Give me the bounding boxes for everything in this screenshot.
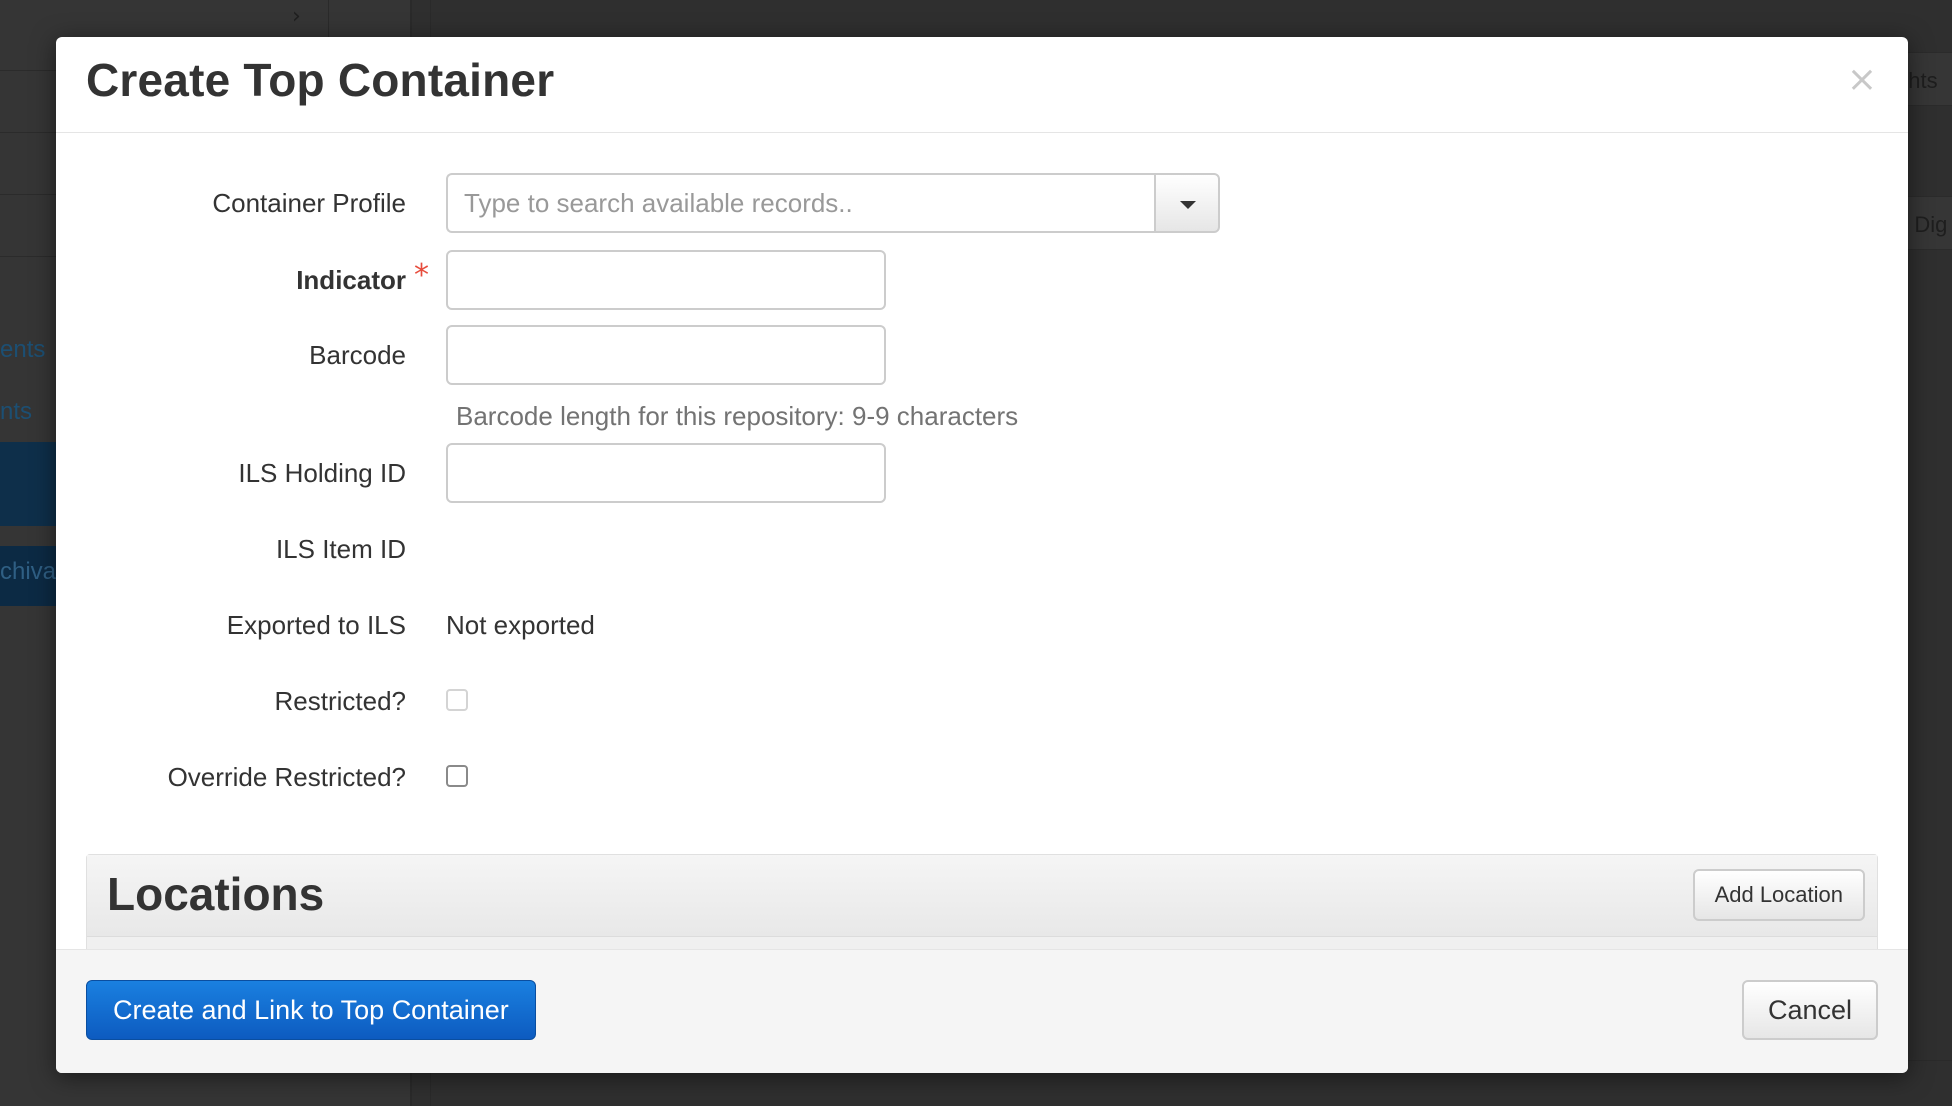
barcode-label: Barcode: [309, 340, 406, 370]
container-profile-input[interactable]: [446, 173, 1154, 233]
restricted-label: Restricted?: [274, 686, 407, 716]
modal-header: Create Top Container ×: [56, 37, 1908, 133]
override-restricted-row: Override Restricted?: [56, 747, 1908, 807]
container-profile-label: Container Profile: [212, 188, 406, 218]
background-link: ents: [0, 336, 46, 363]
modal-title: Create Top Container: [86, 54, 555, 106]
indicator-label: Indicator: [296, 265, 406, 295]
override-restricted-checkbox[interactable]: [446, 765, 468, 787]
container-profile-combobox: [446, 173, 1220, 233]
chevron-right-icon: ›: [292, 4, 301, 29]
container-profile-row: Container Profile: [56, 173, 1908, 233]
modal-footer: Create and Link to Top Container Cancel: [56, 949, 1908, 1073]
exported-to-ils-row: Exported to ILS Not exported: [56, 595, 1908, 655]
ils-holding-id-label: ILS Holding ID: [238, 458, 406, 488]
override-restricted-label: Override Restricted?: [167, 762, 406, 792]
ils-item-id-label: ILS Item ID: [275, 534, 406, 564]
close-icon[interactable]: ×: [1846, 62, 1878, 98]
create-top-container-modal: Create Top Container × Container Profile…: [56, 37, 1908, 1073]
background-link: nts: [0, 398, 33, 425]
indicator-input[interactable]: [446, 250, 886, 310]
caret-down-icon: [1180, 201, 1196, 209]
cancel-button[interactable]: Cancel: [1741, 980, 1878, 1040]
ils-holding-id-input[interactable]: [446, 443, 886, 503]
exported-to-ils-label: Exported to ILS: [226, 610, 406, 640]
barcode-help-text: Barcode length for this repository: 9-9 …: [456, 401, 1019, 431]
required-icon: *: [414, 258, 429, 293]
barcode-row: Barcode: [56, 325, 1908, 385]
ils-item-id-row: ILS Item ID: [56, 519, 1908, 579]
background-nav-item: chival: [0, 546, 62, 606]
background-nav-text: chival: [0, 558, 62, 585]
create-and-link-button[interactable]: Create and Link to Top Container: [86, 980, 536, 1040]
ils-holding-id-row: ILS Holding ID: [56, 443, 1908, 503]
background-active-item: [0, 442, 60, 526]
locations-header: Locations Add Location: [87, 855, 1877, 937]
restricted-checkbox[interactable]: [446, 689, 468, 711]
container-profile-dropdown-button[interactable]: [1154, 173, 1220, 233]
restricted-row: Restricted?: [56, 671, 1908, 731]
barcode-input[interactable]: [446, 325, 886, 385]
indicator-row: Indicator *: [56, 250, 1908, 310]
exported-to-ils-value: Not exported: [446, 610, 595, 640]
locations-title: Locations: [107, 868, 325, 920]
add-location-button[interactable]: Add Location: [1692, 869, 1865, 921]
